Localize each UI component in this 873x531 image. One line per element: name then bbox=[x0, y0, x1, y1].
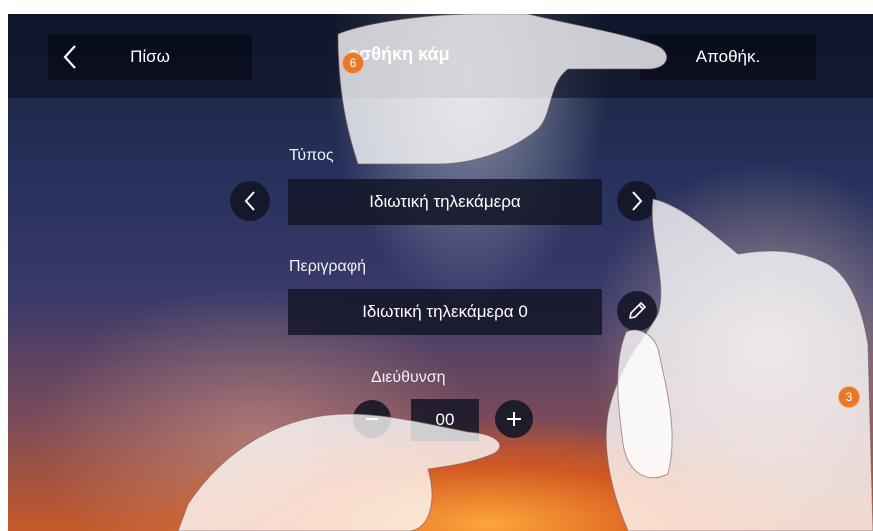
description-label: Περιγραφή bbox=[289, 258, 366, 275]
chevron-right-icon bbox=[632, 191, 643, 211]
callout-badge-right: 3 bbox=[838, 386, 860, 408]
plus-icon bbox=[507, 412, 521, 426]
back-button[interactable]: Πίσω bbox=[48, 34, 252, 80]
edit-description-button[interactable] bbox=[617, 291, 657, 331]
save-button[interactable]: Αποθήκ. bbox=[640, 34, 816, 80]
address-decrease-button[interactable] bbox=[353, 400, 391, 438]
type-prev-button[interactable] bbox=[230, 181, 270, 221]
description-value: Ιδιωτική τηλεκάμερα 0 bbox=[362, 302, 528, 321]
intercom-screen: Πίσω οσθήκη κάμ Αποθήκ. Τύπος Ιδιωτική τ… bbox=[8, 14, 873, 531]
type-next-button[interactable] bbox=[617, 181, 657, 221]
description-field[interactable]: Ιδιωτική τηλεκάμερα 0 bbox=[288, 289, 602, 335]
back-button-label: Πίσω bbox=[130, 47, 170, 66]
chevron-left-icon bbox=[63, 45, 76, 69]
save-button-label: Αποθήκ. bbox=[695, 47, 761, 66]
address-value: 00 bbox=[435, 410, 455, 429]
page-title: οσθήκη κάμ bbox=[348, 44, 450, 64]
address-increase-button[interactable] bbox=[495, 400, 533, 438]
address-label: Διεύθυνση bbox=[371, 369, 446, 386]
type-label: Τύπος bbox=[289, 147, 334, 164]
minus-icon bbox=[366, 418, 378, 420]
type-value: Ιδιωτική τηλεκάμερα bbox=[369, 192, 521, 211]
type-field: Ιδιωτική τηλεκάμερα bbox=[288, 179, 602, 225]
callout-badge-top: 6 bbox=[342, 52, 364, 74]
address-field[interactable]: 00 bbox=[411, 399, 479, 441]
chevron-left-icon bbox=[244, 191, 255, 211]
pencil-icon bbox=[629, 302, 646, 319]
